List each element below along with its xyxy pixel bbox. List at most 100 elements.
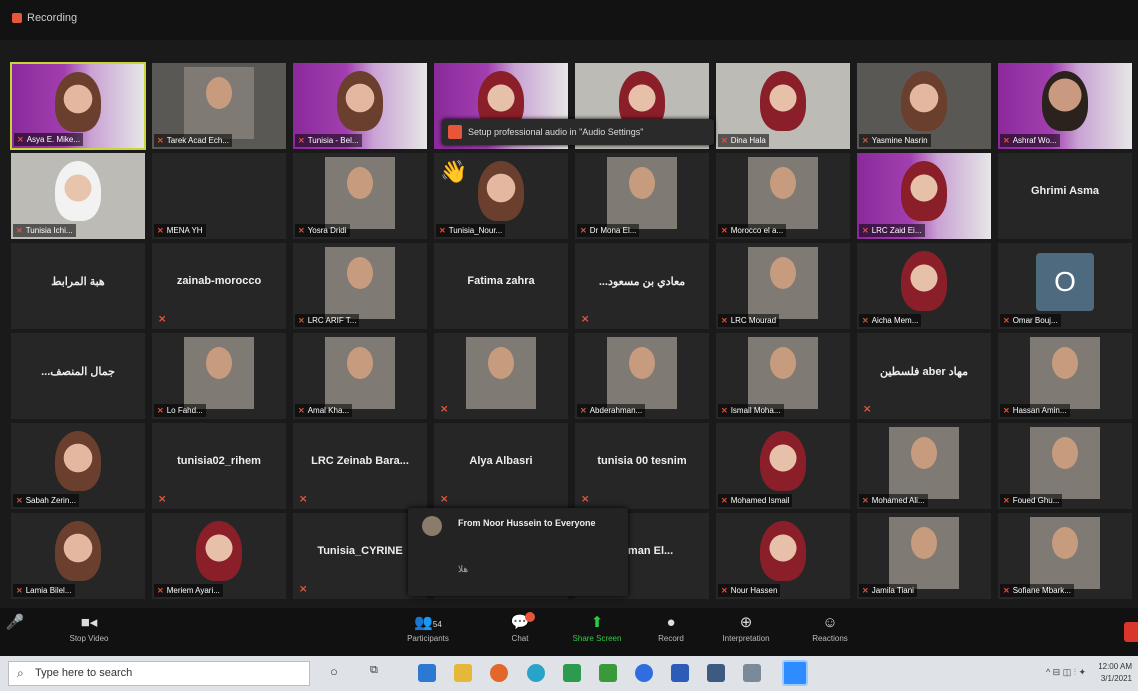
participant-tile[interactable]: ⨯ Mohamed Ali... bbox=[856, 422, 992, 510]
participant-video bbox=[184, 337, 254, 409]
participants-button[interactable]: 👥54 Participants bbox=[393, 612, 463, 643]
record-button[interactable]: ● Record bbox=[636, 612, 706, 643]
participant-tile[interactable]: ⨯ Nour Hassen bbox=[715, 512, 851, 600]
participant-tile[interactable]: O ⨯ Omar Bouj... bbox=[997, 242, 1133, 330]
participant-tile[interactable]: ⨯ Sofiane Mbark... bbox=[997, 512, 1133, 600]
participant-tile[interactable]: ⨯ Yasmine Nasrin bbox=[856, 62, 992, 150]
participant-tile[interactable]: ⨯ Tunisia - Bel... bbox=[292, 62, 428, 150]
stop-video-button[interactable]: ■◂ Stop Video bbox=[54, 612, 124, 643]
participant-tile[interactable]: ⨯ Aicha Mem... bbox=[856, 242, 992, 330]
chat-preview-popup[interactable]: From Noor Hussein to Everyone هلا bbox=[408, 508, 628, 596]
muted-mic-icon: ⨯ bbox=[1003, 136, 1010, 145]
file-explorer-icon[interactable] bbox=[454, 664, 472, 682]
participant-tile[interactable]: 👋 ⨯ Tunisia_Nour... bbox=[433, 152, 569, 240]
chat-bubble-icon: 💬 bbox=[510, 614, 530, 631]
participant-video bbox=[748, 157, 818, 229]
reactions-button[interactable]: ☺ Reactions bbox=[795, 612, 865, 643]
muted-mic-icon: ⨯ bbox=[298, 316, 305, 325]
word-icon[interactable] bbox=[671, 664, 689, 682]
participant-tile[interactable]: ⨯ Meriem Ayari... bbox=[151, 512, 287, 600]
participant-name: Dr Mona El... bbox=[589, 226, 637, 235]
participant-tile[interactable]: ⨯ bbox=[433, 332, 569, 420]
participant-name-label: ⨯ Sofiane Mbark... bbox=[1000, 584, 1074, 597]
participant-tile[interactable]: ⨯ Dr Mona El... bbox=[574, 152, 710, 240]
participant-tile[interactable]: ⨯ Ismail Moha... bbox=[715, 332, 851, 420]
muted-mic-icon: ⨯ bbox=[581, 494, 590, 505]
participant-name: Ghrimi Asma bbox=[1030, 185, 1100, 197]
participant-tile[interactable]: ...جمال المنصف bbox=[10, 332, 146, 420]
participant-name: Nour Hassen bbox=[730, 586, 778, 595]
muted-mic-icon: ⨯ bbox=[158, 314, 167, 325]
participant-tile[interactable]: ...معادي بن مسعود ⨯ bbox=[574, 242, 710, 330]
participant-video bbox=[748, 247, 818, 319]
participant-tile[interactable]: ⨯ LRC ARIF T... bbox=[292, 242, 428, 330]
participant-name: MENA YH bbox=[166, 226, 203, 235]
participant-tile[interactable]: zainab-morocco ⨯ bbox=[151, 242, 287, 330]
interpretation-button[interactable]: ⊕ Interpretation bbox=[711, 612, 781, 643]
participant-tile[interactable]: ⨯ Ashraf Wo... bbox=[997, 62, 1133, 150]
participant-name-label: ⨯ Tunisia Ichi... bbox=[13, 224, 76, 237]
participant-tile[interactable]: Fatima zahra bbox=[433, 242, 569, 330]
audio-settings-notification[interactable]: Setup professional audio in "Audio Setti… bbox=[442, 119, 714, 145]
participant-tile[interactable]: فلسطين aber مهاد ⨯ bbox=[856, 332, 992, 420]
end-meeting-button[interactable] bbox=[1124, 622, 1138, 642]
outlook-icon[interactable] bbox=[418, 664, 436, 682]
participant-tile[interactable]: ⨯ Dina Hala bbox=[715, 62, 851, 150]
participant-name: LRC Zaid Ei... bbox=[871, 226, 922, 235]
participant-tile[interactable]: ⨯ Mohamed Ismail bbox=[715, 422, 851, 510]
participant-tile[interactable]: ⨯ MENA YH bbox=[151, 152, 287, 240]
participant-tile[interactable]: Ghrimi Asma bbox=[997, 152, 1133, 240]
participant-name: Meriem Ayari... bbox=[166, 586, 220, 595]
participant-tile[interactable]: tunisia02_rihem ⨯ bbox=[151, 422, 287, 510]
participant-tile[interactable]: ⨯ Hassan Amin... bbox=[997, 332, 1133, 420]
participant-name-label: ⨯ Yasmine Nasrin bbox=[859, 134, 931, 147]
edge-legacy-icon[interactable] bbox=[527, 664, 545, 682]
participant-tile[interactable]: ⨯ Lamia Bilel... bbox=[10, 512, 146, 600]
participant-name: ...معادي بن مسعود bbox=[598, 276, 686, 288]
taskbar-search-input[interactable]: ⌕ Type here to search bbox=[8, 661, 310, 686]
participant-tile[interactable]: ⨯ Lo Fahd... bbox=[151, 332, 287, 420]
cortana-icon[interactable]: ○ bbox=[330, 664, 348, 682]
participant-tile[interactable]: ⨯ Asya E. Mike... bbox=[10, 62, 146, 150]
sender-avatar bbox=[422, 516, 442, 536]
participant-video bbox=[325, 247, 395, 319]
participant-tile[interactable]: ⨯ Sabah Zerin... bbox=[10, 422, 146, 510]
participant-tile[interactable]: ⨯ Amal Kha... bbox=[292, 332, 428, 420]
muted-mic-icon: ⨯ bbox=[721, 586, 728, 595]
chat-button[interactable]: 💬 Chat bbox=[485, 612, 555, 643]
participant-video bbox=[55, 161, 101, 221]
participant-video bbox=[889, 517, 959, 589]
taskbar-clock[interactable]: 12:00 AM 3/1/2021 bbox=[1092, 661, 1132, 685]
participant-tile[interactable]: هبة المرابط bbox=[10, 242, 146, 330]
muted-mic-icon: ⨯ bbox=[1003, 586, 1010, 595]
participant-tile[interactable]: ⨯ Foued Ghu... bbox=[997, 422, 1133, 510]
zoom-app-icon[interactable] bbox=[782, 660, 808, 686]
system-tray[interactable]: ^ ⊟ ◫ ⫶ ✦ bbox=[1046, 667, 1086, 678]
participant-tile[interactable]: ⨯ Morocco el a... bbox=[715, 152, 851, 240]
participant-tile[interactable]: ⨯ Tarek Acad Ech... bbox=[151, 62, 287, 150]
participant-name: Mohamed Ali... bbox=[871, 496, 925, 505]
task-view-icon[interactable]: ⧉ bbox=[370, 664, 388, 682]
participant-name-label: ⨯ Hassan Amin... bbox=[1000, 404, 1070, 417]
share-screen-button[interactable]: ⬆ Share Screen bbox=[562, 612, 632, 643]
participant-tile[interactable]: Alya Albasri ⨯ bbox=[433, 422, 569, 510]
paint-icon[interactable] bbox=[743, 664, 761, 682]
participant-tile[interactable]: ⨯ Tunisia Ichi... bbox=[10, 152, 146, 240]
muted-mic-icon: ⨯ bbox=[862, 496, 869, 505]
participant-tile[interactable]: ⨯ Jamila Tiani bbox=[856, 512, 992, 600]
photos-icon[interactable] bbox=[707, 664, 725, 682]
firefox-icon[interactable] bbox=[490, 664, 508, 682]
participant-tile[interactable]: ⨯ LRC Mourad bbox=[715, 242, 851, 330]
participant-tile[interactable]: ⨯ LRC Zaid Ei... bbox=[856, 152, 992, 240]
participant-name: Mohamed Ismail bbox=[730, 496, 790, 505]
edge-icon[interactable] bbox=[635, 664, 653, 682]
store-icon[interactable] bbox=[599, 664, 617, 682]
participant-tile[interactable]: ⨯ Yosra Dridi bbox=[292, 152, 428, 240]
participant-tile[interactable]: LRC Zeinab Bara... ⨯ bbox=[292, 422, 428, 510]
excel-icon[interactable] bbox=[563, 664, 581, 682]
mute-button[interactable]: 🎤 bbox=[0, 612, 50, 634]
muted-mic-icon: ⨯ bbox=[1003, 316, 1010, 325]
participant-tile[interactable]: ⨯ Abderahman... bbox=[574, 332, 710, 420]
participant-tile[interactable]: tunisia 00 tesnim ⨯ bbox=[574, 422, 710, 510]
muted-mic-icon: ⨯ bbox=[862, 136, 869, 145]
